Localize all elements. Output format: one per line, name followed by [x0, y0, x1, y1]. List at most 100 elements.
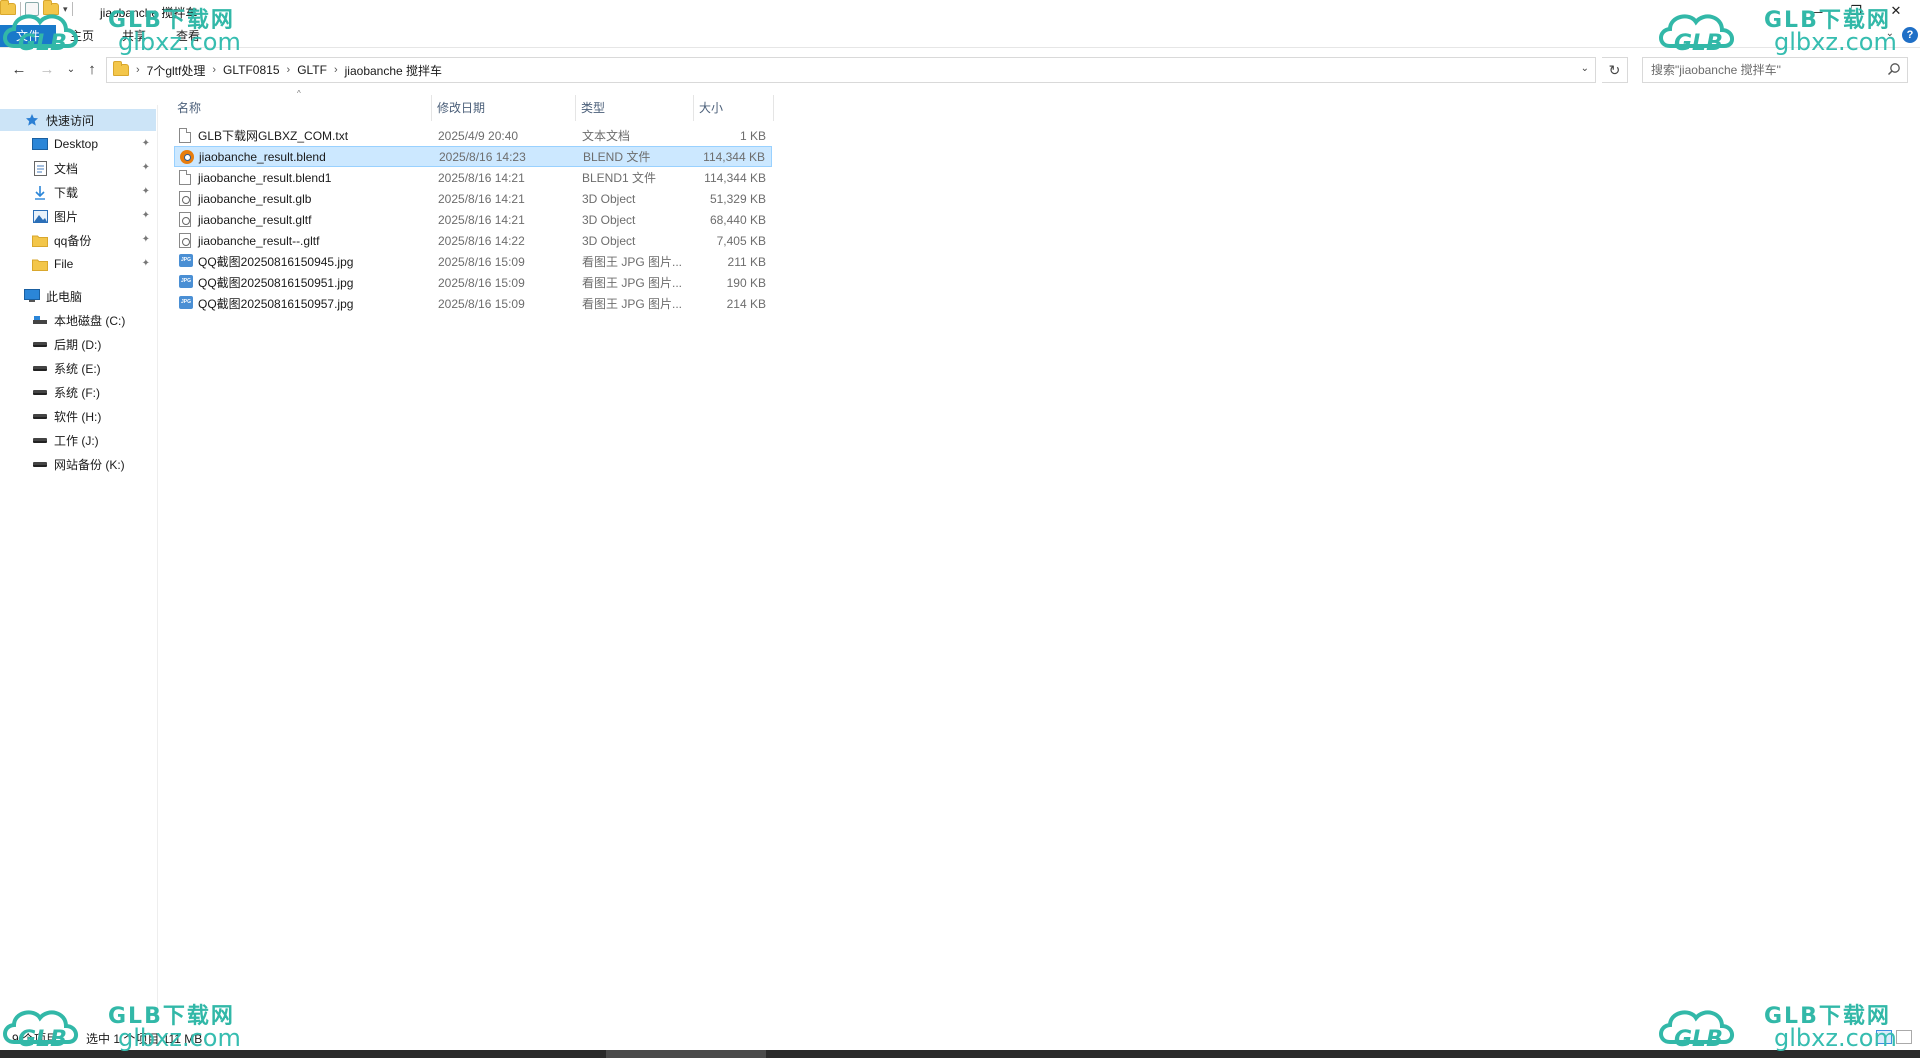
blender-file-icon [180, 150, 194, 165]
sidebar-item-documents[interactable]: 文档 ✦ [0, 157, 156, 179]
pin-icon[interactable]: ✦ [142, 138, 150, 149]
breadcrumb-item[interactable]: GLTF [297, 63, 327, 77]
breadcrumb-item[interactable]: GLTF0815 [223, 63, 279, 77]
tab-file[interactable]: 文件 [0, 25, 56, 47]
pin-icon[interactable]: ✦ [142, 234, 150, 245]
expand-ribbon-icon[interactable]: ⌄ [1886, 28, 1894, 39]
file-size: 190 KB [726, 275, 766, 290]
minimize-button[interactable]: — [1796, 0, 1836, 22]
file-name: QQ截图20250816150945.jpg [198, 255, 354, 269]
search-box[interactable] [1642, 57, 1908, 83]
new-folder-icon[interactable] [43, 0, 59, 15]
pin-icon[interactable]: ✦ [142, 162, 150, 173]
file-row-selected[interactable]: jiaobanche_result.blend 2025/8/16 14:23 … [174, 146, 772, 167]
sidebar-item-drive-f[interactable]: 系统 (F:) [0, 381, 156, 403]
sidebar-item-drive-e[interactable]: 系统 (E:) [0, 357, 156, 379]
sidebar-item-label: 图片 [54, 209, 79, 224]
sidebar-item-downloads[interactable]: 下载 ✦ [0, 181, 156, 203]
pin-icon[interactable]: ✦ [142, 210, 150, 221]
pin-icon[interactable]: ✦ [142, 186, 150, 197]
sidebar-item-desktop[interactable]: Desktop ✦ [0, 133, 156, 155]
file-type: 文本文档 [582, 129, 631, 143]
properties-icon[interactable] [25, 2, 39, 16]
pin-icon[interactable]: ✦ [142, 258, 150, 269]
file-name: QQ截图20250816150951.jpg [198, 276, 354, 290]
sidebar-item-drive-d[interactable]: 后期 (D:) [0, 333, 156, 355]
separator [71, 2, 73, 16]
sidebar-item-label: 下载 [54, 185, 79, 200]
file-type: BLEND 文件 [583, 150, 651, 164]
large-icons-view-icon[interactable] [1896, 1030, 1912, 1044]
file-row[interactable]: GLB下载网GLBXZ_COM.txt 2025/4/9 20:40 文本文档 … [174, 125, 772, 146]
sidebar-item-pictures[interactable]: 图片 ✦ [0, 205, 156, 227]
search-icon[interactable] [1887, 62, 1901, 76]
folder-icon [0, 0, 16, 15]
file-size: 214 KB [726, 296, 766, 311]
help-icon[interactable]: ? [1902, 27, 1918, 43]
tab-home[interactable]: 主页 [62, 25, 102, 47]
folder-icon [113, 61, 129, 76]
breadcrumb-item[interactable]: jiaobanche 搅拌车 [345, 62, 442, 79]
column-header-type[interactable]: 类型 [576, 95, 694, 121]
sidebar-item-file[interactable]: File ✦ [0, 253, 156, 275]
refresh-button[interactable]: ↻ [1602, 57, 1628, 83]
breadcrumb-separator[interactable]: › [136, 64, 140, 76]
sidebar-item-quick-access[interactable]: 快速访问 [0, 109, 156, 131]
file-row[interactable]: JPG QQ截图20250816150951.jpg 2025/8/16 15:… [174, 272, 772, 293]
file-type: 3D Object [582, 191, 636, 206]
tab-view[interactable]: 查看 [168, 25, 208, 47]
file-name: jiaobanche_result--.gltf [198, 233, 320, 248]
tab-share[interactable]: 共享 [114, 25, 154, 47]
drive-icon [32, 361, 48, 375]
breadcrumb-item[interactable]: 7个gltf处理 [147, 62, 206, 79]
file-row[interactable]: JPG QQ截图20250816150957.jpg 2025/8/16 15:… [174, 293, 772, 314]
up-button[interactable]: ↑ [81, 58, 103, 80]
folder-icon [32, 257, 48, 271]
drive-icon [32, 385, 48, 399]
column-header-date[interactable]: 修改日期 [432, 95, 576, 121]
column-header-size[interactable]: 大小 [694, 95, 774, 121]
file-row[interactable]: jiaobanche_result--.gltf 2025/8/16 14:22… [174, 230, 772, 251]
breadcrumb-separator[interactable]: › [287, 64, 291, 76]
file-date: 2025/8/16 14:21 [438, 191, 525, 206]
pictures-icon [32, 209, 48, 223]
address-dropdown-icon[interactable]: ⌄ [1581, 63, 1589, 74]
file-row[interactable]: jiaobanche_result.glb 2025/8/16 14:21 3D… [174, 188, 772, 209]
sidebar-item-label: 系统 (F:) [54, 385, 100, 400]
details-view-icon[interactable] [1876, 1030, 1892, 1044]
file-type: 3D Object [582, 212, 636, 227]
recent-locations-button[interactable]: ⌄ [60, 58, 82, 80]
file-row[interactable]: JPG QQ截图20250816150945.jpg 2025/8/16 15:… [174, 251, 772, 272]
forward-button[interactable]: → [36, 58, 58, 80]
maximize-button[interactable]: ❐ [1836, 0, 1876, 22]
sidebar-item-label: File [54, 257, 74, 271]
customize-toolbar-icon[interactable]: ▾ [63, 4, 68, 15]
back-button[interactable]: ← [8, 58, 30, 80]
file-type: 看图王 JPG 图片... [582, 297, 683, 311]
column-headers: ^ 名称 修改日期 类型 大小 [172, 89, 774, 121]
address-bar[interactable]: › 7个gltf处理 › GLTF0815 › GLTF › jiaobanch… [106, 57, 1596, 83]
file-row[interactable]: jiaobanche_result.gltf 2025/8/16 14:21 3… [174, 209, 772, 230]
close-button[interactable]: ✕ [1876, 0, 1916, 22]
navigation-pane: 快速访问 Desktop ✦ 文档 ✦ 下载 ✦ 图片 ✦ qq备份 ✦ Fil… [0, 105, 158, 1015]
file-name: jiaobanche_result.blend [199, 149, 326, 164]
sidebar-item-drive-j[interactable]: 工作 (J:) [0, 429, 156, 451]
file-row[interactable]: jiaobanche_result.blend1 2025/8/16 14:21… [174, 167, 772, 188]
folder-icon [32, 233, 48, 247]
breadcrumb-separator[interactable]: › [212, 64, 216, 76]
sidebar-item-drive-h[interactable]: 软件 (H:) [0, 405, 156, 427]
window-title: jiaobanche 搅拌车 [100, 6, 198, 20]
file-name: jiaobanche_result.glb [198, 191, 312, 206]
sidebar-item-drive-k[interactable]: 网站备份 (K:) [0, 453, 156, 475]
sidebar-item-drive-c[interactable]: 本地磁盘 (C:) [0, 309, 156, 331]
sidebar-item-this-pc[interactable]: 此电脑 [0, 285, 156, 307]
search-input[interactable] [1651, 58, 1881, 82]
file-size: 211 KB [727, 254, 766, 269]
breadcrumb-separator[interactable]: › [334, 64, 338, 76]
drive-icon [32, 337, 48, 351]
sidebar-item-qq-backup[interactable]: qq备份 ✦ [0, 229, 156, 251]
computer-icon [24, 289, 40, 303]
taskbar-active-app[interactable] [606, 1050, 766, 1058]
column-header-name[interactable]: 名称 [172, 95, 432, 121]
ribbon-tabs: 文件 主页 共享 查看 ⌄ ? [0, 22, 1920, 48]
